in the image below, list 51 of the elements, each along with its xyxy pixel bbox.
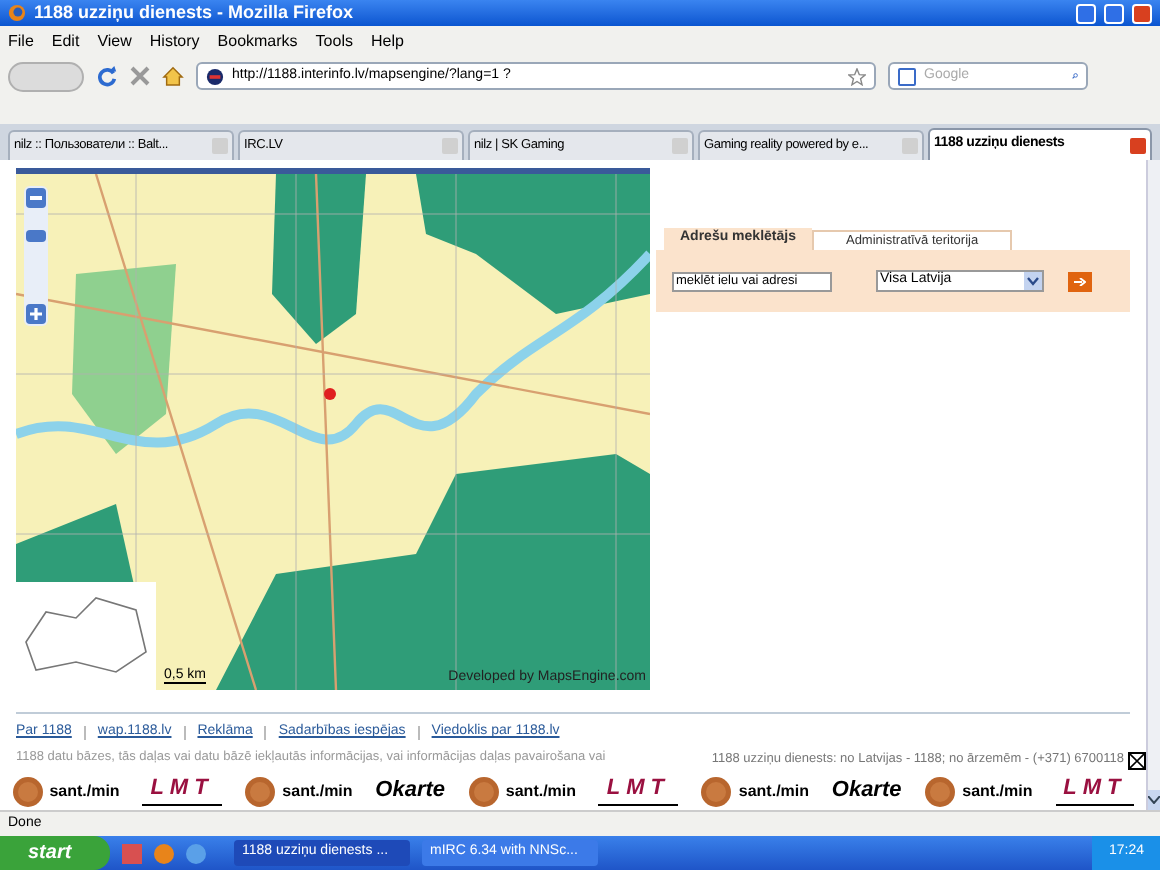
dropdown-arrow-icon xyxy=(1024,272,1042,290)
scroll-down-button[interactable] xyxy=(1148,790,1160,810)
rate-text: sant./min xyxy=(738,779,810,803)
zoom-slider-thumb[interactable] xyxy=(26,230,46,243)
search-engine-icon[interactable] xyxy=(898,67,916,85)
zoom-out-button[interactable] xyxy=(26,188,46,208)
zoom-slider[interactable] xyxy=(24,186,48,326)
lmt-logo: LMT xyxy=(598,777,679,805)
globe-icon[interactable] xyxy=(186,843,206,863)
search-icon[interactable] xyxy=(1072,68,1078,84)
site-icon xyxy=(206,67,224,85)
okarte-logo: Okarte xyxy=(831,780,902,802)
minimize-button[interactable] xyxy=(1076,3,1096,23)
close-icon xyxy=(1130,753,1144,768)
scrollbar[interactable] xyxy=(1146,160,1160,810)
tab-close-icon[interactable] xyxy=(1130,137,1146,153)
rate-text: sant./min xyxy=(962,779,1033,803)
lmt-logo: LMT xyxy=(142,777,222,805)
close-ad-button[interactable] xyxy=(1128,751,1146,770)
coin-icon xyxy=(924,775,957,807)
browser-logo-icon[interactable] xyxy=(154,843,174,863)
coin-icon xyxy=(11,775,44,807)
okarte-logo: Okarte xyxy=(375,780,446,802)
plus-icon xyxy=(30,308,42,320)
coin-icon xyxy=(467,775,500,807)
menu-item[interactable]: Tools xyxy=(315,29,353,53)
window-title: 1188 uzziņu dienests - Mozilla Firefox xyxy=(34,0,356,26)
rate-text: sant./min xyxy=(505,779,577,803)
close-button[interactable] xyxy=(1132,3,1152,23)
rate-text: sant./min xyxy=(49,779,120,803)
back-forward-button[interactable] xyxy=(8,61,84,91)
coin-icon xyxy=(244,775,277,807)
lmt-logo: LMT xyxy=(1055,777,1135,805)
menu-item[interactable]: View xyxy=(97,29,132,53)
menu-item[interactable]: Help xyxy=(370,29,404,53)
home-icon[interactable] xyxy=(162,66,184,86)
menu-item[interactable]: Bookmarks xyxy=(217,29,298,53)
search-submit-button[interactable] xyxy=(1068,271,1092,291)
menu-item[interactable]: File xyxy=(8,29,34,53)
coin-icon xyxy=(700,775,733,807)
arrow-icon xyxy=(1074,277,1086,285)
zoom-in-button[interactable] xyxy=(26,304,46,324)
menu-item[interactable]: Edit xyxy=(51,29,80,53)
stop-icon[interactable] xyxy=(130,66,150,86)
minus-icon xyxy=(30,196,42,200)
reload-icon[interactable] xyxy=(96,65,118,87)
star-icon[interactable] xyxy=(848,67,866,85)
maximize-button[interactable] xyxy=(1104,3,1124,23)
menu-item[interactable]: History xyxy=(149,29,200,53)
browser-logo-icon xyxy=(8,4,26,22)
rate-text: sant./min xyxy=(282,779,353,803)
